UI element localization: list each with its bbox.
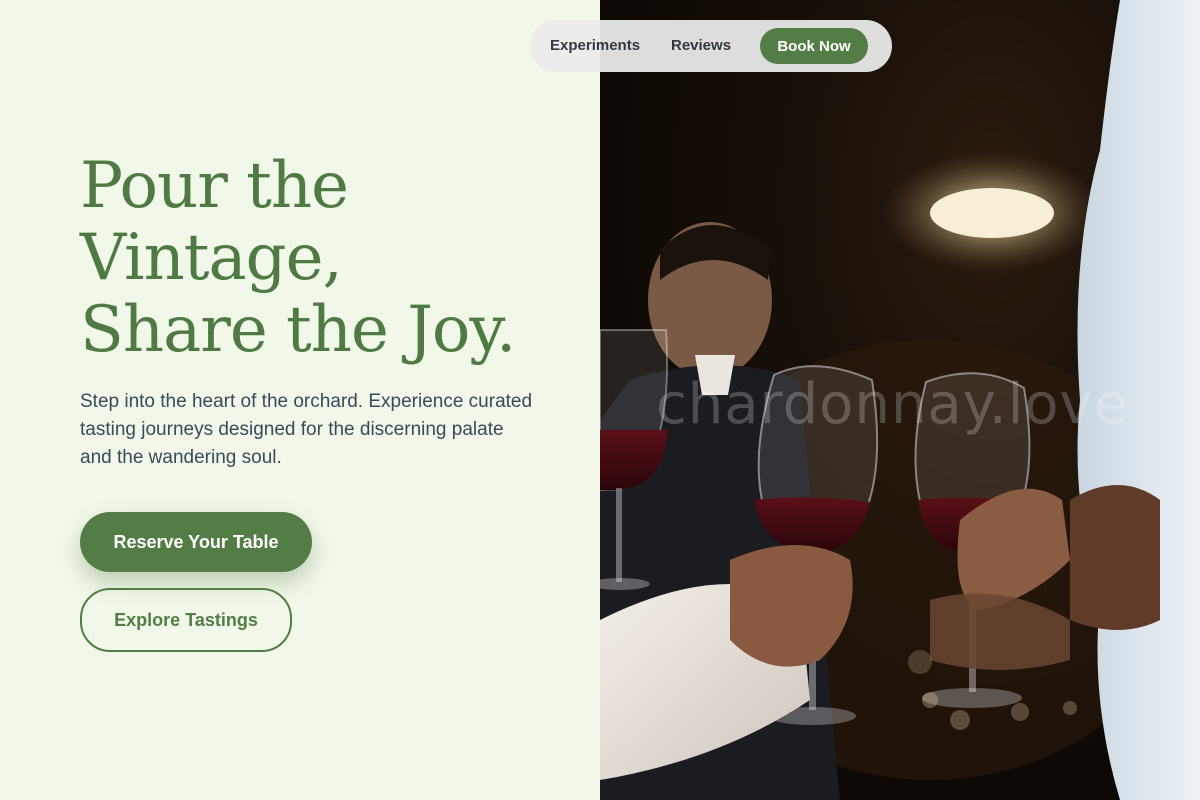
explore-tastings-button[interactable]: Explore Tastings: [80, 588, 292, 652]
top-navbar: Experiments Reviews Book Now: [530, 20, 892, 72]
watermark-text: chardonnay.love: [656, 372, 1130, 437]
hero-title-line-2: Vintage,: [80, 221, 343, 295]
hero-title: Pour the Vintage, Share the Joy.: [80, 149, 516, 367]
reserve-table-button[interactable]: Reserve Your Table: [80, 512, 312, 572]
hero-panel: Pour the Vintage, Share the Joy. Step in…: [0, 0, 600, 800]
hero-title-line-1: Pour the: [80, 149, 349, 223]
hero-description: Step into the heart of the orchard. Expe…: [80, 391, 533, 468]
hero-photo: chardonnay.love: [600, 0, 1200, 800]
book-now-button[interactable]: Book Now: [760, 28, 868, 64]
nav-link-reviews[interactable]: Reviews: [671, 20, 731, 72]
nav-link-experiments[interactable]: Experiments: [550, 20, 640, 72]
hero-title-line-3: Share the Joy.: [80, 293, 516, 367]
